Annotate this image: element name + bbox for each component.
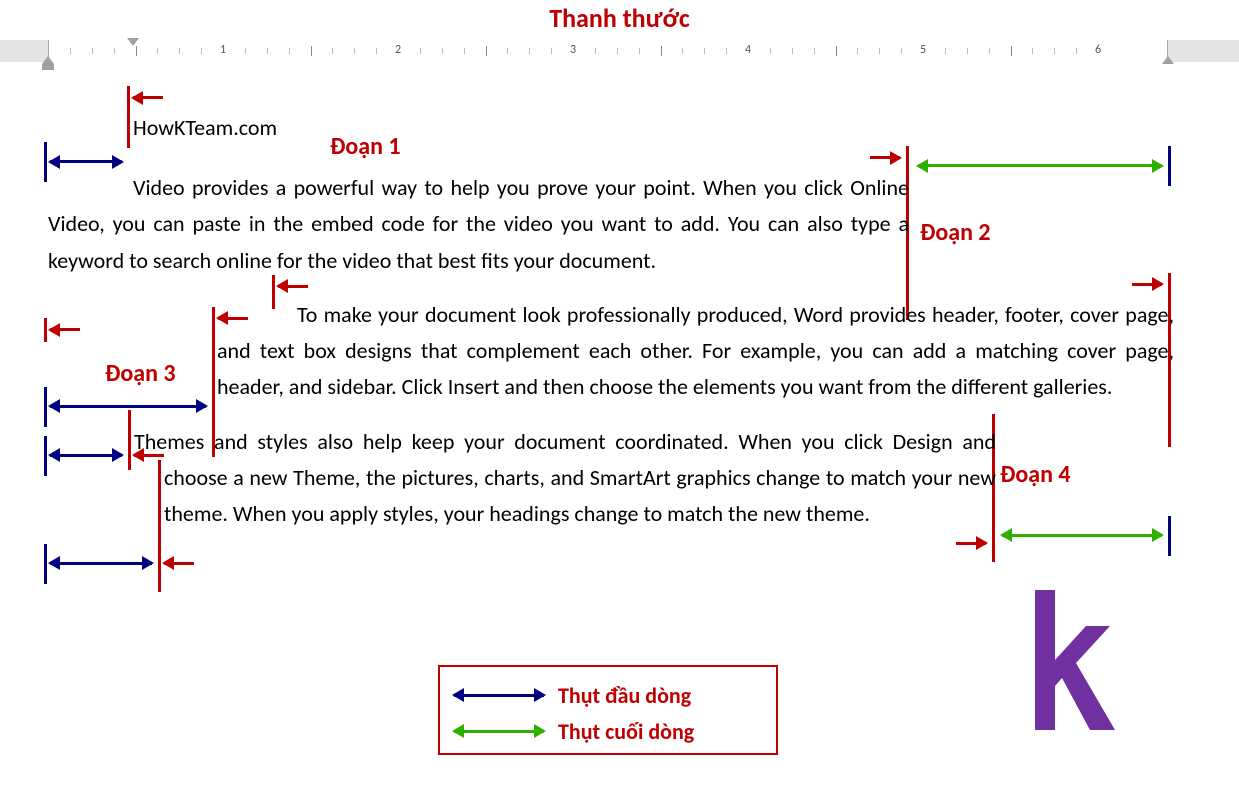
arrow-left-icon [164,562,194,565]
label-doan-3: Đoạn 3 [105,359,176,388]
arrow-right-icon [1132,283,1162,286]
arrow-right-icon [956,542,986,545]
ruler-number: 5 [920,43,926,57]
legend-first-line: Thụt đầu dòng [454,677,762,713]
ruler[interactable]: 1 2 3 4 5 6 [0,40,1239,78]
first-line-indent-marker[interactable] [127,38,139,46]
page-title: Thanh thước [0,2,1239,34]
paragraph-2[interactable]: Video provides a powerful way to help yo… [48,170,909,279]
first-line-indent-bar [128,410,131,470]
ruler-number: 6 [1095,43,1101,57]
legend-last-line: Thụt cuối dòng [454,713,762,749]
hanging-indent-marker[interactable] [42,56,54,64]
paragraph-1[interactable]: HowKTeam.com [133,110,1169,146]
right-indent-arrow [918,164,1162,167]
label-doan-1: Đoạn 1 [330,132,401,161]
margin-bar-right [1168,516,1171,556]
ruler-number: 4 [745,43,751,57]
double-arrow-icon [454,694,544,697]
legend-first-line-label: Thụt đầu dòng [558,682,691,709]
hanging-indent-bar [158,460,161,592]
first-line-indent-arrow [50,405,206,408]
ruler-number: 2 [395,43,401,57]
ruler-ticks: 1 2 3 4 5 6 [48,40,1168,62]
legend: Thụt đầu dòng Thụt cuối dòng [438,665,778,755]
margin-bar [44,436,47,476]
left-indent-marker[interactable] [42,64,54,70]
double-arrow-icon [454,730,544,733]
paragraph-3[interactable]: To make your document look professionall… [217,297,1174,406]
label-doan-2: Đoạn 2 [920,218,991,247]
document-body: HowKTeam.com Đoạn 1 Đoạn 2 Video provide… [0,110,1239,533]
ruler-number: 3 [570,43,576,57]
ruler-number: 1 [220,43,226,57]
arrow-left-icon [133,96,163,99]
hanging-indent-arrow [50,562,152,565]
howkteam-logo-icon [1010,590,1130,730]
legend-last-line-label: Thụt cuối dòng [558,718,694,745]
first-line-indent-arrow [50,160,122,163]
indent-bar [127,86,130,148]
margin-bar-right [1168,146,1171,186]
arrow-left-icon [278,285,308,288]
arrow-right-icon [870,156,900,159]
right-indent-marker[interactable] [1162,56,1174,64]
first-line-indent-arrow [50,454,122,457]
margin-bar [44,387,47,427]
label-doan-4: Đoạn 4 [1000,460,1071,489]
paragraph-4[interactable]: Themes and styles also help keep your do… [164,424,996,533]
right-indent-arrow [1002,534,1162,537]
margin-bar [44,544,47,584]
